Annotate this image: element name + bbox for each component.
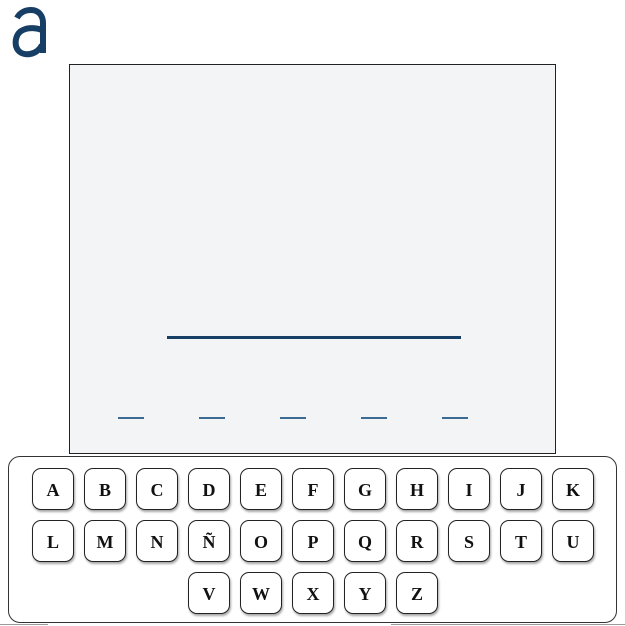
letter-key[interactable]: I [448,468,490,510]
letter-key[interactable]: E [240,468,282,510]
letter-key[interactable]: W [240,572,282,614]
letter-key[interactable]: M [84,520,126,562]
letter-key[interactable]: R [396,520,438,562]
gallows-base [167,336,461,339]
letter-key[interactable]: P [292,520,334,562]
letter-key[interactable]: Q [344,520,386,562]
letter-key[interactable]: N [136,520,178,562]
letter-key[interactable]: H [396,468,438,510]
word-slot [118,399,144,419]
letter-key[interactable]: K [552,468,594,510]
letter-key[interactable]: G [344,468,386,510]
word-slot [361,399,387,419]
letter-key[interactable]: Ñ [188,520,230,562]
letter-key[interactable]: A [32,468,74,510]
word-slots [70,399,555,429]
divider-right [391,624,625,625]
letter-key[interactable]: L [32,520,74,562]
letter-key[interactable]: V [188,572,230,614]
letter-key[interactable]: S [448,520,490,562]
word-slot [199,399,225,419]
letter-key[interactable]: J [500,468,542,510]
letter-key[interactable]: D [188,468,230,510]
divider-left [0,624,48,625]
hangman-board [69,64,556,454]
letter-keyboard: ABCDEFGHIJK LMNÑOPQRSTU VWXYZ [8,456,617,623]
letter-key[interactable]: O [240,520,282,562]
letter-key[interactable]: Z [396,572,438,614]
letter-key[interactable]: B [84,468,126,510]
letter-key[interactable]: T [500,520,542,562]
word-slot [280,399,306,419]
word-slot [442,399,468,419]
letter-key[interactable]: Y [344,572,386,614]
letter-key[interactable]: U [552,520,594,562]
letter-key[interactable]: F [292,468,334,510]
letter-key[interactable]: C [136,468,178,510]
letter-key[interactable]: X [292,572,334,614]
logo-a-icon [12,6,46,58]
